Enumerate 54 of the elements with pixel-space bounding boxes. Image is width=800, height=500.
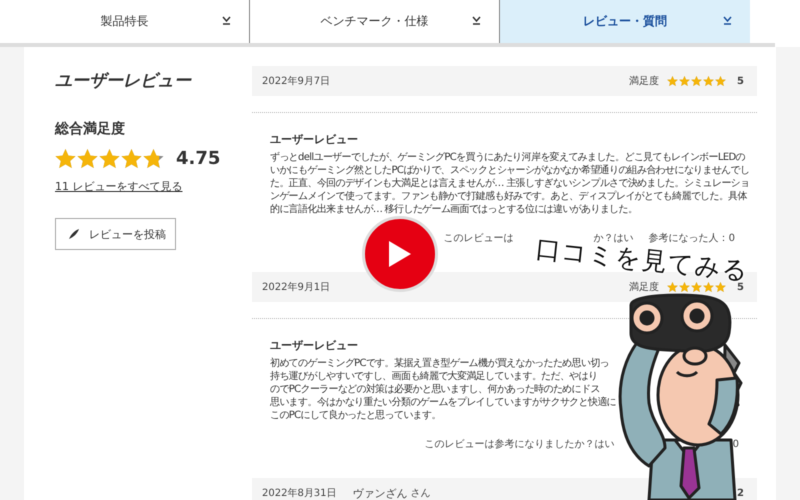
reviewer-name: ヴァンざん — [352, 486, 408, 500]
star-icon — [679, 282, 690, 292]
review-text-line: 思います。今はかなり重たい分類のゲームをプレイしていますがサクサクと快適に — [270, 396, 616, 409]
helpful-text: このレビューは参考になりましたか？はい — [424, 438, 615, 451]
reviewer-suffix: さん — [410, 487, 431, 500]
all-reviews-link[interactable]: 11 レビューをすべて見る — [55, 179, 182, 194]
review-date: 2022年8月31日 — [262, 487, 337, 500]
helpful-text: 参考になった人：0 — [648, 232, 735, 245]
review-text-line: た。正直、今回のデザインも大満足とは言えませんが… 主張しすぎないシンプルさで決めました。シミュレーショ — [270, 177, 750, 190]
review-text-line: 持ち運びがしやすいですし、画面も綺麗で大変満足しています。ただ、やはり — [270, 370, 598, 383]
star-icon — [715, 282, 726, 292]
rating-score: 5 — [737, 282, 744, 292]
helpful-text: このレビューは — [444, 232, 514, 245]
review-title: ユーザーレビュー — [270, 133, 359, 147]
star-icon — [667, 76, 678, 86]
star-icon — [77, 148, 98, 168]
down-arrow-icon — [222, 16, 231, 25]
review-text-line: ンゲームメインで使ってます。ファンも静かで打鍵感も好みです。あと、ディスプレイがとても綺麗でした。具体 — [270, 190, 747, 203]
average-score: 4.75 — [176, 148, 220, 169]
review-text-line: 初めてのゲーミングPCです。某据え置き型ゲーム機が買えなかったため思い切っ — [270, 357, 609, 370]
helpful-text: 0 — [732, 438, 739, 451]
star-icon — [703, 282, 714, 292]
rating-score: 5 — [737, 76, 744, 86]
star-icon — [99, 148, 120, 168]
rating-score: 2 — [737, 488, 744, 498]
star-icon — [121, 148, 142, 168]
rating-label: 満足度 — [629, 74, 660, 88]
down-arrow-icon — [723, 16, 732, 25]
tab[interactable]: 製品特長 — [0, 0, 250, 43]
review-title: ユーザーレビュー — [270, 339, 359, 353]
review-text-line: いかにもゲーミング然としたPCばかりで、スペックとシャーシがなかなか希望通りの組み合わせになりませんでし — [270, 164, 750, 177]
pen-icon — [68, 228, 80, 240]
down-arrow-icon — [472, 16, 481, 25]
review-date: 2022年9月7日 — [262, 75, 330, 88]
post-review-button[interactable]: レビューを投稿 — [55, 218, 176, 250]
play-icon — [387, 239, 413, 269]
star-icon — [143, 148, 164, 168]
star-icon — [55, 148, 76, 168]
review-text-line: ずっとdellユーザーでしたが、ゲーミングPCを買うにあたり河岸を変えてみました。どこ見てもレインボーLEDの — [270, 151, 745, 164]
section-title: ユーザーレビュー — [55, 70, 193, 92]
review-text-line: 的に言語化出来ませんが… 移行したゲーム画面ではっとする位には違いがありました。 — [270, 203, 638, 216]
rating-label: 満足度 — [629, 280, 660, 294]
star-icon — [703, 76, 714, 86]
review-text-line: このPCにして良かったと思っています。 — [270, 409, 441, 422]
star-icon — [715, 76, 726, 86]
tab[interactable]: レビュー・質問 — [500, 0, 750, 43]
rating-label: 総合満足度 — [55, 120, 126, 138]
star-icon — [667, 282, 678, 292]
review-date: 2022年9月1日 — [262, 281, 330, 294]
helpful-text: か？はい — [594, 232, 634, 245]
star-icon — [691, 76, 702, 86]
star-icon — [679, 76, 690, 86]
review-text-line: のでPCクーラーなどの対策は必要かと思いますし、何かあった時のためにドス — [270, 383, 600, 396]
star-icon — [691, 282, 702, 292]
